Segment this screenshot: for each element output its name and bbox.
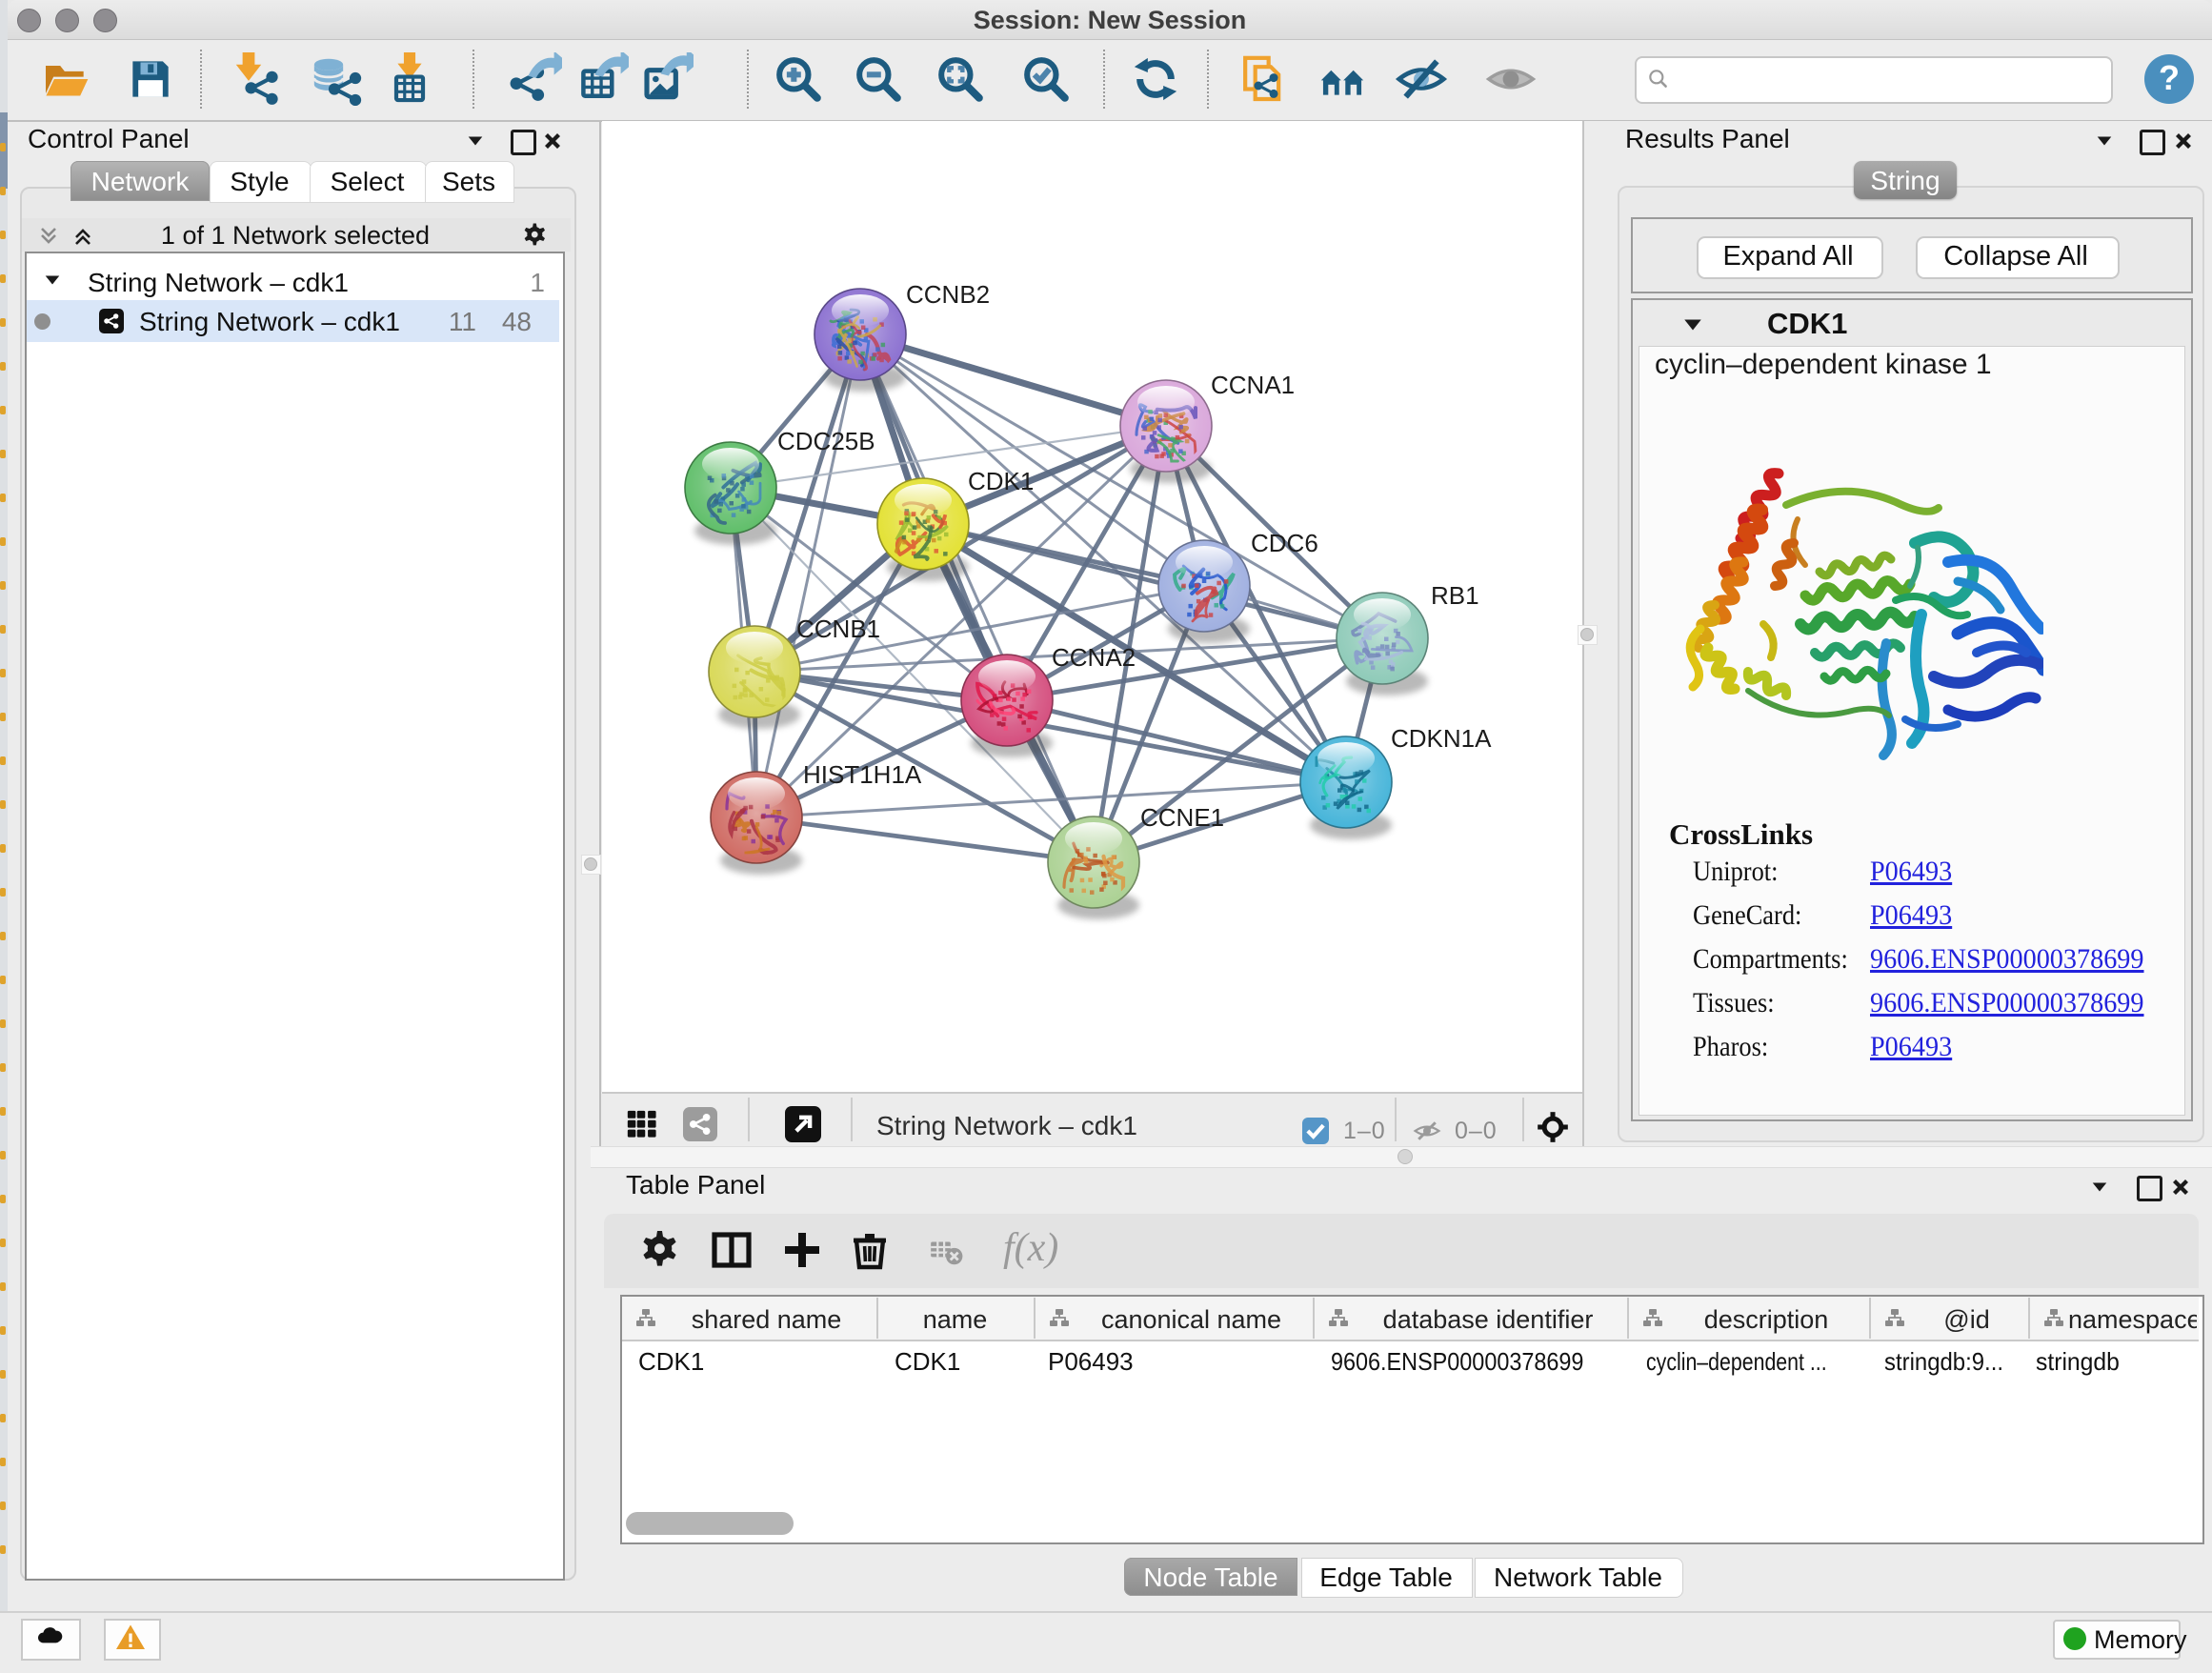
svg-text:CDC6: CDC6 bbox=[1251, 529, 1318, 557]
svg-text:RB1: RB1 bbox=[1431, 581, 1479, 610]
svg-text:CDK1: CDK1 bbox=[968, 467, 1034, 495]
svg-text:HIST1H1A: HIST1H1A bbox=[803, 760, 922, 789]
svg-text:CCNB1: CCNB1 bbox=[796, 615, 880, 643]
svg-text:CCNB2: CCNB2 bbox=[906, 280, 990, 309]
svg-text:CCNE1: CCNE1 bbox=[1140, 803, 1224, 832]
svg-text:CCNA2: CCNA2 bbox=[1052, 643, 1136, 672]
svg-text:CDC25B: CDC25B bbox=[777, 427, 875, 455]
svg-text:CDKN1A: CDKN1A bbox=[1391, 724, 1492, 753]
svg-text:CCNA1: CCNA1 bbox=[1211, 371, 1295, 399]
